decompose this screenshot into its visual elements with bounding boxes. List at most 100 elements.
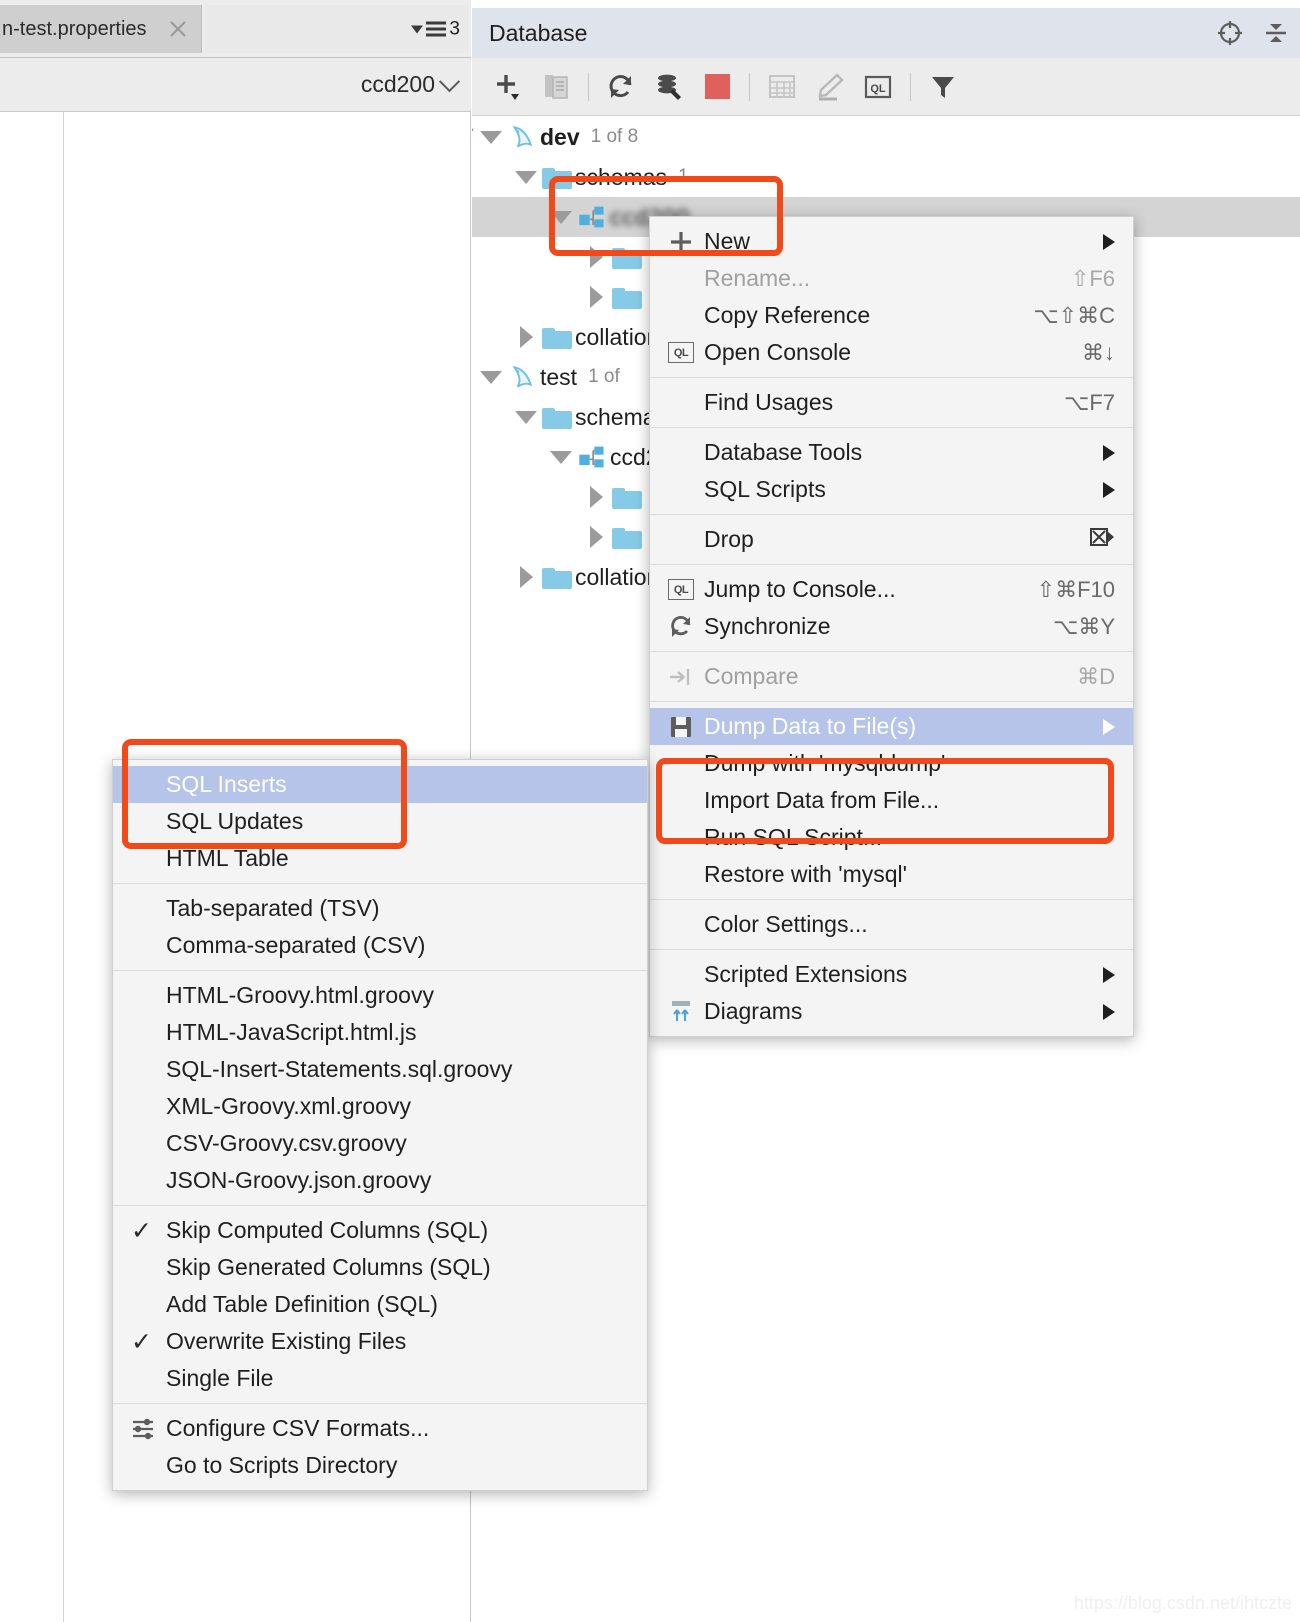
menu-item-new[interactable]: New (650, 223, 1133, 260)
menu-item-shortcut: ⌥⌘Y (1052, 613, 1115, 639)
close-icon[interactable] (169, 20, 187, 38)
submenu-item-csv-groovy-csv-groovy[interactable]: CSV-Groovy.csv.groovy (113, 1125, 647, 1162)
submenu-item-sql-updates[interactable]: SQL Updates (113, 803, 647, 840)
plus-dropdown-icon[interactable] (484, 65, 532, 109)
chevron-down-icon[interactable] (411, 25, 424, 33)
submenu-item-sql-insert-statements-sql-groovy[interactable]: SQL-Insert-Statements.sql.groovy (113, 1051, 647, 1088)
menu-item-label: New (704, 228, 751, 254)
tab-overflow-control[interactable]: 3 (411, 20, 460, 39)
chevron-down-icon[interactable] (548, 450, 574, 464)
mysql-dolphin-icon (504, 363, 540, 391)
submenu-item-label: HTML Table (166, 845, 289, 871)
submenu-item-add-table-definition-sql[interactable]: Add Table Definition (SQL) (113, 1286, 647, 1323)
chevron-right-icon[interactable] (583, 246, 609, 268)
chevron-right-icon[interactable] (513, 566, 539, 588)
collapse-all-icon[interactable] (1262, 19, 1290, 47)
menu-item-synchronize[interactable]: Synchronize ⌥⌘Y (650, 608, 1133, 645)
submenu-item-label: HTML-Groovy.html.groovy (166, 982, 434, 1008)
menu-separator (650, 949, 1133, 950)
menu-item-sql-scripts[interactable]: SQL Scripts (650, 471, 1133, 508)
submenu-item-single-file[interactable]: Single File (113, 1360, 647, 1397)
refresh-icon[interactable] (597, 65, 645, 109)
menu-item-label: Run SQL Script... (704, 824, 883, 850)
context-menu[interactable]: New Rename... ⇧F6 Copy Reference ⌥⇧⌘C QL Open … (649, 216, 1134, 1037)
database-toolbar: QL (472, 58, 1300, 116)
submenu-item-label: SQL-Insert-Statements.sql.groovy (166, 1056, 513, 1082)
ql-console-icon[interactable]: QL (854, 65, 902, 109)
folder-icon (609, 486, 645, 509)
submenu-item-go-to-scripts-directory[interactable]: Go to Scripts Directory (113, 1447, 647, 1484)
menu-item-label: Dump Data to File(s) (704, 713, 917, 739)
drop-x-icon (1089, 525, 1115, 555)
menu-item-drop[interactable]: Drop (650, 521, 1133, 558)
submenu-item-sql-inserts[interactable]: SQL Inserts (113, 766, 647, 803)
menu-item-label: Diagrams (704, 998, 803, 1024)
schema-icon (574, 444, 610, 470)
submenu-item-xml-groovy-xml-groovy[interactable]: XML-Groovy.xml.groovy (113, 1088, 647, 1125)
toolbar-divider (588, 72, 589, 101)
menu-separator (650, 701, 1133, 702)
submenu-item-comma-separated-csv[interactable]: Comma-separated (CSV) (113, 927, 647, 964)
tree-row[interactable]: ✔ dev 1 of 8 (472, 117, 1300, 157)
folder-icon (609, 286, 645, 309)
submenu-item-skip-generated-columns-sql[interactable]: Skip Generated Columns (SQL) (113, 1249, 647, 1286)
locate-target-icon[interactable] (1216, 19, 1244, 47)
db-wrench-icon[interactable] (645, 65, 693, 109)
submenu-arrow-icon (1103, 444, 1115, 461)
chevron-down-icon[interactable] (513, 170, 539, 184)
menu-separator (650, 377, 1133, 378)
folder-icon (609, 246, 645, 269)
submenu-item-overwrite-existing-files[interactable]: ✓ Overwrite Existing Files (113, 1323, 647, 1360)
tree-row[interactable]: schemas 1 (472, 157, 1300, 197)
menu-item-restore-with-mysql[interactable]: Restore with 'mysql' (650, 856, 1133, 893)
breadcrumb-schema-label[interactable]: ccd200 (361, 71, 435, 98)
menu-item-color-settings[interactable]: Color Settings... (650, 906, 1133, 943)
menu-item-diagrams[interactable]: Diagrams (650, 993, 1133, 1030)
watermark: https://blog.csdn.net/ihtczte (1073, 1593, 1292, 1613)
menu-item-copy-reference[interactable]: Copy Reference ⌥⇧⌘C (650, 297, 1133, 334)
submenu-arrow-icon (1103, 966, 1115, 983)
submenu-item-configure-csv-formats[interactable]: Configure CSV Formats... (113, 1410, 647, 1447)
chevron-down-icon[interactable] (548, 210, 574, 224)
menu-item-database-tools[interactable]: Database Tools (650, 434, 1133, 471)
chevron-down-icon[interactable] (478, 130, 504, 144)
chevron-down-icon[interactable] (513, 410, 539, 424)
chevron-right-icon[interactable] (583, 486, 609, 508)
editor-tab-properties[interactable]: n-test.properties (0, 5, 202, 53)
tab-list-icon[interactable] (426, 21, 447, 37)
submenu-item-label: SQL Updates (166, 808, 304, 834)
submenu-item-html-groovy-html-groovy[interactable]: HTML-Groovy.html.groovy (113, 977, 647, 1014)
submenu-item-label: CSV-Groovy.csv.groovy (166, 1130, 407, 1156)
chevron-right-icon[interactable] (583, 286, 609, 308)
menu-item-shortcut: ⇧⌘F10 (1036, 576, 1115, 602)
page-title: Database (489, 19, 588, 46)
stop-square-icon[interactable] (693, 65, 741, 109)
menu-item-shortcut: ⇧F6 (1070, 265, 1115, 291)
funnel-icon[interactable] (919, 65, 967, 109)
chevron-down-icon[interactable] (438, 71, 461, 93)
chevron-right-icon[interactable] (583, 526, 609, 548)
submenu-item-tab-separated-tsv[interactable]: Tab-separated (TSV) (113, 890, 647, 927)
database-panel-header-actions (1216, 8, 1290, 58)
tree-item-count: 1 of (588, 366, 620, 387)
chevron-down-icon[interactable] (478, 370, 504, 384)
submenu-item-label: Skip Computed Columns (SQL) (166, 1217, 489, 1243)
menu-item-label: Find Usages (704, 389, 834, 415)
menu-item-dump-data-to-file-s[interactable]: Dump Data to File(s) (650, 708, 1133, 745)
menu-item-dump-with-mysqldump[interactable]: Dump with 'mysqldump' (650, 745, 1133, 782)
submenu-item-label: Comma-separated (CSV) (166, 932, 426, 958)
submenu-item-json-groovy-json-groovy[interactable]: JSON-Groovy.json.groovy (113, 1162, 647, 1199)
check-icon: ✓ (131, 1327, 152, 1356)
submenu-item-html-javascript-html-js[interactable]: HTML-JavaScript.html.js (113, 1014, 647, 1051)
menu-item-scripted-extensions[interactable]: Scripted Extensions (650, 956, 1133, 993)
submenu-item-html-table[interactable]: HTML Table (113, 840, 647, 877)
menu-item-open-console[interactable]: QL Open Console ⌘↓ (650, 334, 1133, 371)
menu-item-find-usages[interactable]: Find Usages ⌥F7 (650, 384, 1133, 421)
folder-icon (539, 406, 575, 429)
dump-data-submenu[interactable]: SQL Inserts SQL Updates HTML Table Tab-sepa… (112, 759, 648, 1491)
chevron-right-icon[interactable] (513, 326, 539, 348)
menu-item-jump-to-console[interactable]: QL Jump to Console... ⇧⌘F10 (650, 571, 1133, 608)
submenu-item-skip-computed-columns-sql[interactable]: ✓ Skip Computed Columns (SQL) (113, 1212, 647, 1249)
menu-item-import-data-from-file[interactable]: Import Data from File... (650, 782, 1133, 819)
menu-item-run-sql-script[interactable]: Run SQL Script... (650, 819, 1133, 856)
